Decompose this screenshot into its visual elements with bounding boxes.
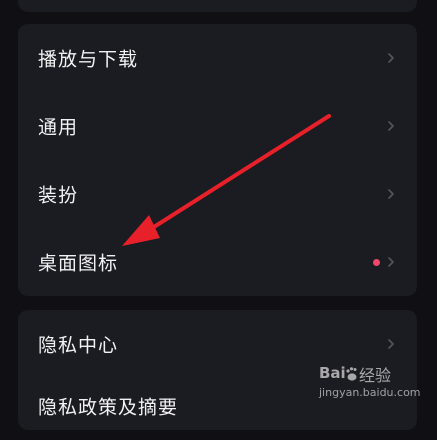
settings-item-privacy-policy[interactable]: 隐私政策及摘要 — [18, 372, 417, 440]
chevron-right-icon — [385, 52, 397, 64]
chevron-right-icon — [385, 256, 397, 268]
previous-settings-card — [18, 0, 417, 12]
settings-item-desktop-icon[interactable]: 桌面图标 — [18, 228, 417, 296]
settings-item-label: 播放与下载 — [38, 48, 139, 71]
chevron-right-icon — [385, 120, 397, 132]
chevron-right-icon — [385, 188, 397, 200]
settings-item-label: 隐私中心 — [38, 334, 119, 357]
settings-item-label: 桌面图标 — [38, 252, 119, 275]
settings-item-privacy-center[interactable]: 隐私中心 — [18, 310, 417, 378]
settings-item-play-download[interactable]: 播放与下载 — [18, 24, 417, 92]
privacy-card: 隐私中心 隐私政策及摘要 — [18, 310, 417, 430]
settings-card: 播放与下载 通用 装扮 桌面图标 — [18, 24, 417, 296]
settings-item-theme[interactable]: 装扮 — [18, 160, 417, 228]
chevron-right-icon — [385, 338, 397, 350]
settings-item-general[interactable]: 通用 — [18, 92, 417, 160]
settings-item-label: 通用 — [38, 116, 79, 139]
notification-dot — [373, 258, 380, 266]
settings-item-label: 隐私政策及摘要 — [38, 396, 179, 419]
settings-item-label: 装扮 — [38, 184, 79, 207]
